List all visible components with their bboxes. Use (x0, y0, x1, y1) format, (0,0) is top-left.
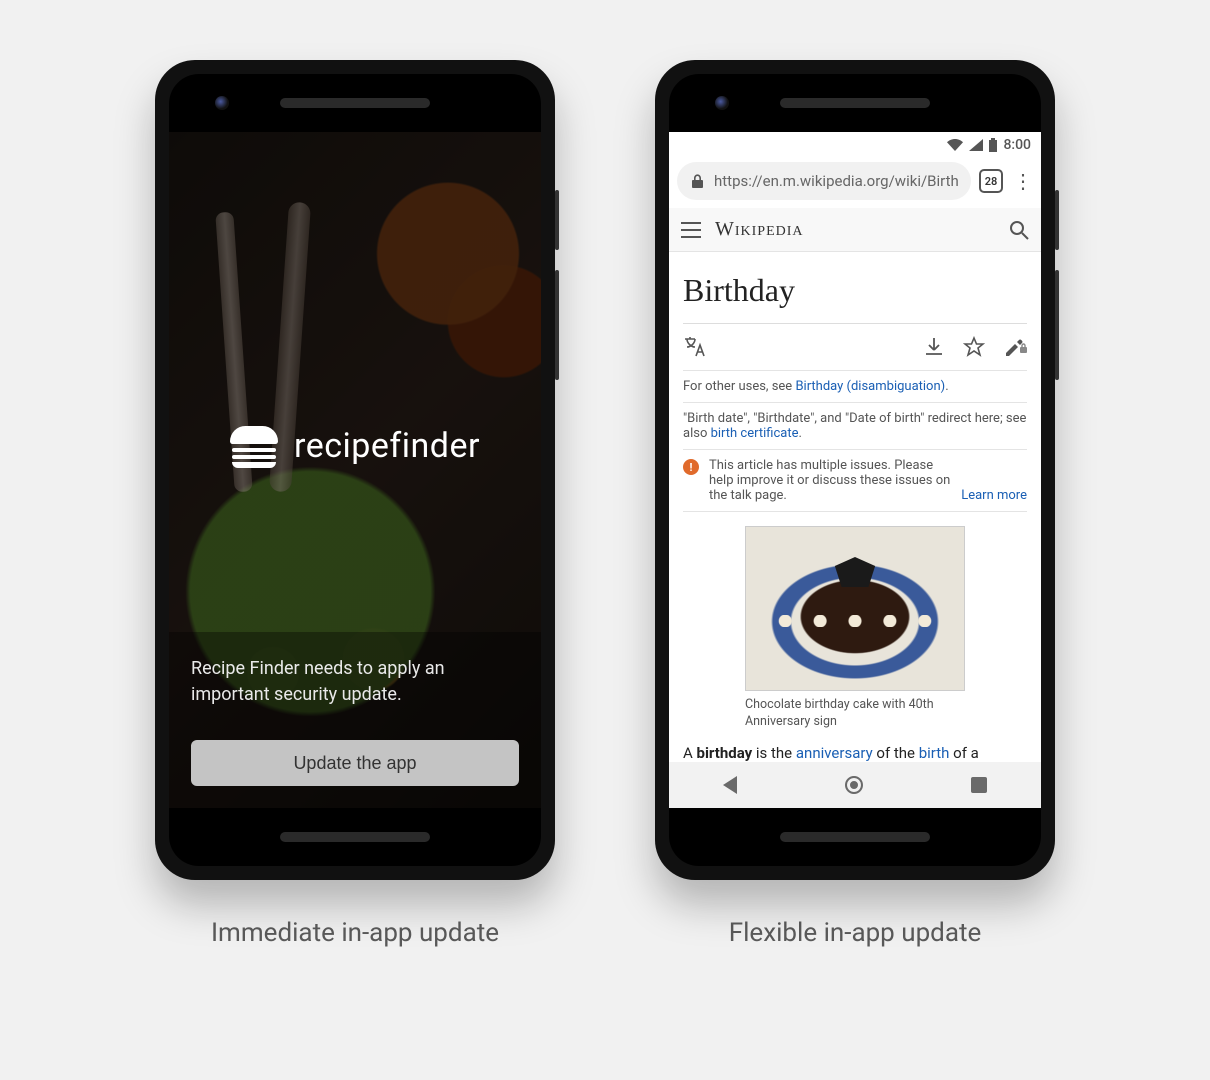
edit-locked-icon[interactable] (1003, 336, 1027, 358)
wiki-header: Wikipedia (669, 208, 1041, 252)
hatnote-disambiguation: For other uses, see Birthday (disambigua… (683, 370, 1027, 402)
issues-text: This article has multiple issues. Please… (709, 458, 951, 503)
front-camera (715, 96, 729, 110)
bottom-speaker (780, 832, 930, 842)
wifi-icon (947, 139, 963, 151)
lead-paragraph: A birthday is the anniversary of the bir… (683, 743, 1027, 762)
learn-more-link[interactable]: Learn more (961, 488, 1027, 503)
article-lead-image[interactable] (745, 526, 965, 691)
update-panel: Recipe Finder needs to apply an importan… (169, 632, 541, 808)
nav-home-button[interactable] (845, 776, 863, 794)
browser-menu-button[interactable]: ⋮ (1011, 171, 1035, 191)
tab-switcher-button[interactable]: 28 (979, 169, 1003, 193)
article-body: Birthday (669, 252, 1041, 762)
article-action-row (683, 334, 1027, 370)
earpiece (280, 98, 430, 108)
article-title: Birthday (683, 272, 1027, 309)
figure-caption: Chocolate birthday cake with 40th Annive… (745, 697, 965, 731)
update-message: Recipe Finder needs to apply an importan… (191, 656, 519, 708)
link-birth[interactable]: birth (919, 744, 950, 762)
article-issues-box: ! This article has multiple issues. Plea… (683, 449, 1027, 512)
caption-right: Flexible in-app update (729, 918, 982, 948)
hatnote-redirect: "Birth date", "Birthdate", and "Date of … (683, 402, 1027, 449)
earpiece (780, 98, 930, 108)
battery-icon (989, 138, 997, 152)
browser-toolbar: https://en.m.wikipedia.org/wiki/Birth 28… (669, 158, 1041, 208)
download-icon[interactable] (923, 336, 945, 358)
search-icon[interactable] (1009, 220, 1029, 240)
language-icon[interactable] (683, 336, 707, 358)
screen-recipe-app: 8:00 recipefinder Recipe Finder needs to… (169, 132, 541, 808)
caption-left: Immediate in-app update (211, 918, 499, 948)
lock-icon (691, 174, 704, 189)
warning-icon: ! (683, 459, 699, 475)
wikipedia-logo[interactable]: Wikipedia (715, 218, 804, 241)
nav-back-button[interactable] (723, 776, 737, 794)
star-icon[interactable] (963, 336, 985, 358)
status-time: 8:00 (1003, 137, 1031, 153)
app-brand-name: recipefinder (294, 426, 480, 466)
update-app-button[interactable]: Update the app (191, 740, 519, 786)
bottom-speaker (280, 832, 430, 842)
link-anniversary[interactable]: anniversary (796, 744, 873, 762)
android-nav-bar (669, 762, 1041, 808)
phone-left: 8:00 recipefinder Recipe Finder needs to… (155, 60, 555, 880)
hamburger-icon[interactable] (681, 222, 701, 238)
front-camera (215, 96, 229, 110)
phone-right: 8:00 https://en.m.wikipedia.org/wiki/Bir… (655, 60, 1055, 880)
cell-signal-icon (969, 139, 983, 151)
tab-count: 28 (985, 175, 998, 188)
status-bar: 8:00 (669, 132, 1041, 158)
link-disambiguation[interactable]: Birthday (disambiguation) (795, 379, 945, 394)
url-bar[interactable]: https://en.m.wikipedia.org/wiki/Birth (677, 162, 971, 200)
url-text: https://en.m.wikipedia.org/wiki/Birth (714, 172, 959, 190)
link-birth-certificate[interactable]: birth certificate (711, 426, 799, 441)
nav-recents-button[interactable] (971, 777, 987, 793)
burger-icon (230, 422, 278, 470)
